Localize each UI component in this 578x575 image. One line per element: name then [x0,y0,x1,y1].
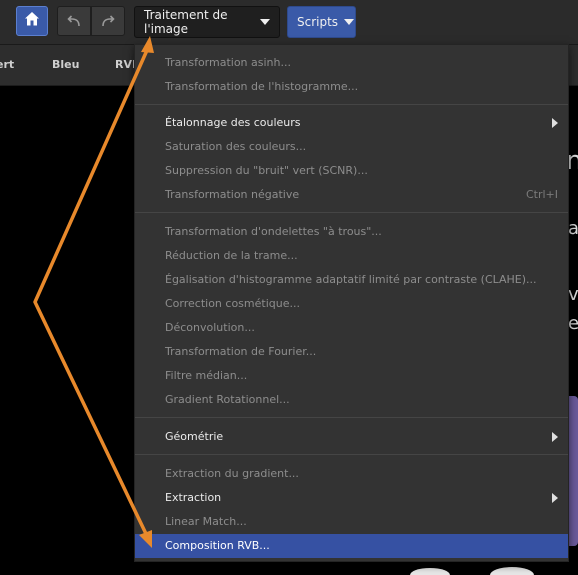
menu-item-asinh[interactable]: Transformation asinh... [135,51,568,75]
menu-item-geometry[interactable]: Géométrie [135,425,568,449]
background-text-fragment: e [568,313,578,334]
redo-button[interactable] [91,6,125,36]
menu-item-negative[interactable]: Transformation négative Ctrl+I [135,183,568,207]
tab-blue[interactable]: Bleu [52,58,79,71]
menu-separator [135,454,568,455]
menu-item-color-calibration[interactable]: Étalonnage des couleurs [135,111,568,135]
redo-icon [101,12,115,31]
image-processing-label: Traitement de l'image [144,8,228,36]
menu-separator [135,417,568,418]
image-processing-menu-button[interactable]: Traitement de l'image [134,6,280,38]
menu-item-color-saturation[interactable]: Saturation des couleurs... [135,135,568,159]
image-processing-dropdown: Transformation asinh... Transformation d… [134,44,569,562]
chevron-down-icon [260,19,270,25]
menu-item-scnr[interactable]: Suppression du "bruit" vert (SCNR)... [135,159,568,183]
shortcut-label: Ctrl+I [525,188,558,201]
menu-item-extraction[interactable]: Extraction [135,486,568,510]
menu-item-median-filter[interactable]: Filtre médian... [135,364,568,388]
home-icon [24,11,40,31]
chevron-right-icon [552,493,558,503]
menu-item-banding-reduction[interactable]: Réduction de la trame... [135,244,568,268]
menu-item-fourier[interactable]: Transformation de Fourier... [135,340,568,364]
scripts-label: Scripts [297,15,339,29]
menu-separator [135,212,568,213]
menu-item-rotational-gradient[interactable]: Gradient Rotationnel... [135,388,568,412]
menu-item-linear-match[interactable]: Linear Match... [135,510,568,534]
menu-item-wavelets[interactable]: Transformation d'ondelettes "à trous"... [135,220,568,244]
chevron-down-icon [344,19,355,25]
chevron-right-icon [552,118,558,128]
menu-item-cosmetic-correction[interactable]: Correction cosmétique... [135,292,568,316]
toolbar: Traitement de l'image Scripts [0,0,578,45]
menu-separator [135,104,568,105]
menu-item-gradient-extraction[interactable]: Extraction du gradient... [135,462,568,486]
menu-item-clahe[interactable]: Égalisation d'histogramme adaptatif limi… [135,268,568,292]
undo-button[interactable] [57,6,91,36]
background-text-fragment: v [568,284,578,305]
menu-item-rgb-composition[interactable]: Composition RVB... [135,534,568,558]
scripts-menu-button[interactable]: Scripts [287,6,356,38]
background-text-fragment: a [568,218,578,239]
menu-item-histogram[interactable]: Transformation de l'histogramme... [135,75,568,99]
home-button[interactable] [16,6,48,36]
chevron-right-icon [552,432,558,442]
tab-green[interactable]: ert [0,58,14,71]
undo-icon [67,12,81,31]
menu-item-deconvolution[interactable]: Déconvolution... [135,316,568,340]
